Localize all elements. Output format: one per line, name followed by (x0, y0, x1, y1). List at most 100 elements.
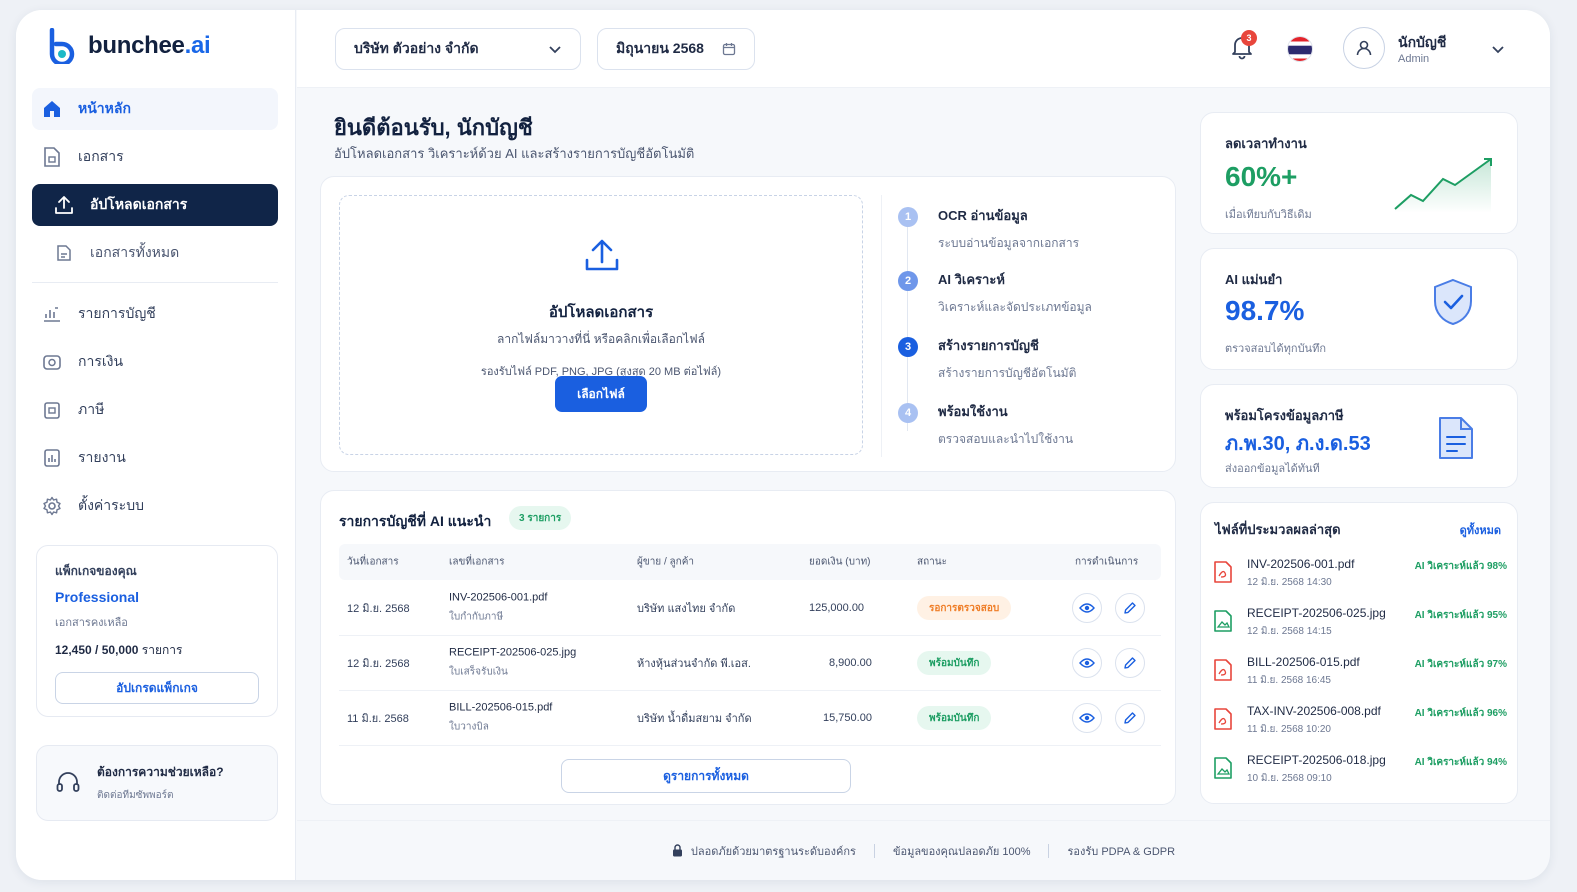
sidebar-item-label: การเงิน (78, 353, 124, 369)
step-desc: วิเคราะห์และจัดประเภทข้อมูล (938, 300, 1092, 314)
file-status: AI วิเคราะห์แล้ว 96% (1414, 708, 1507, 719)
count-badge: 3 รายการ (509, 506, 572, 530)
file-name: INV-202506-001.pdf (1247, 557, 1355, 571)
user-role: Admin (1398, 53, 1430, 65)
thai-flag-icon[interactable] (1287, 36, 1313, 62)
row-party: ห้างหุ้นส่วนจำกัด พี.เอส. (637, 658, 751, 670)
table-row[interactable]: 12 มิ.ย. 2568 RECEIPT-202506-025.jpg ใบเส… (339, 636, 1161, 691)
upload-dropzone[interactable]: อัปโหลดเอกสาร ลากไฟล์มาวางที่นี่ หรือคลิ… (339, 195, 863, 455)
view-button[interactable] (1072, 703, 1102, 733)
recent-files-card: ไฟล์ที่ประมวลผลล่าสุด ดูทั้งหมด INV-2025… (1200, 502, 1518, 804)
help-title: ต้องการความช่วยเหลือ? (97, 765, 224, 779)
row-document: RECEIPT-202506-025.jpg ใบเสร็จรับเงิน (449, 646, 577, 678)
sidebar-item-finance[interactable]: การเงิน (32, 341, 278, 383)
file-status: AI วิเคราะห์แล้ว 95% (1414, 610, 1507, 621)
step-desc: ตรวจสอบและนำไปใช้งาน (938, 432, 1074, 446)
stat-value: ภ.พ.30, ภ.ง.ด.53 (1225, 433, 1371, 455)
sidebar-item-label: ตั้งค่าระบบ (78, 497, 144, 513)
upload-card: อัปโหลดเอกสาร ลากไฟล์มาวางที่นี่ หรือคลิ… (320, 176, 1176, 472)
edit-button[interactable] (1115, 593, 1145, 623)
file-name: TAX-INV-202506-008.pdf (1247, 704, 1381, 718)
pdf-file-icon (1214, 561, 1232, 583)
column-header: สถานะ (917, 556, 947, 568)
app-window: bunchee.ai หน้าหลัก เอกสาร อัปโหลดเอกสาร… (16, 10, 1550, 880)
table-row[interactable]: 11 มิ.ย. 2568 BILL-202506-015.pdf ใบวางบิ… (339, 691, 1161, 746)
help-card[interactable]: ต้องการความช่วยเหลือ? ติดต่อทีมซัพพอร์ต (36, 745, 278, 821)
stat-note: ตรวจสอบได้ทุกบันทึก (1225, 343, 1326, 355)
sidebar-item-label: เอกสารทั้งหมด (90, 244, 180, 260)
file-item[interactable]: INV-202506-001.pdf 12 มิ.ย. 2568 14:30 A… (1213, 555, 1507, 599)
avatar[interactable] (1343, 27, 1385, 69)
file-item[interactable]: BILL-202506-015.pdf 11 มิ.ย. 2568 16:45 … (1213, 653, 1507, 697)
company-select[interactable]: บริษัท ตัวอย่าง จำกัด (335, 28, 581, 70)
upload-hint: ลากไฟล์มาวางที่นี่ หรือคลิกเพื่อเลือกไฟล… (497, 332, 705, 346)
file-date: 12 มิ.ย. 2568 14:30 (1247, 577, 1332, 588)
upgrade-package-button[interactable]: อัปเกรดแพ็กเกจ (55, 672, 259, 704)
file-date: 10 มิ.ย. 2568 09:10 (1247, 773, 1332, 784)
step-2: 2 AI วิเคราะห์ วิเคราะห์และจัดประเภทข้อมู… (898, 269, 1092, 317)
step-desc: ระบบอ่านข้อมูลจากเอกสาร (938, 236, 1080, 250)
row-amount: 15,750.00 (823, 712, 872, 724)
view-button[interactable] (1072, 648, 1102, 678)
file-item[interactable]: RECEIPT-202506-018.jpg 10 มิ.ย. 2568 09:… (1213, 751, 1507, 795)
lock-icon (672, 844, 682, 857)
sidebar-item-label: ภาษี (78, 401, 105, 417)
step-title: สร้างรายการบัญชี (938, 338, 1039, 353)
footer-divider (873, 843, 875, 858)
sidebar-item-tax[interactable]: ภาษี (32, 389, 278, 431)
column-header: การดำเนินการ (1075, 556, 1139, 568)
upload-icon (54, 195, 74, 215)
row-date: 12 มิ.ย. 2568 (347, 603, 410, 615)
sidebar-item-home[interactable]: หน้าหลัก (32, 88, 278, 130)
edit-button[interactable] (1115, 703, 1145, 733)
stat-card-accuracy: AI แม่นยำ 98.7% ตรวจสอบได้ทุกบันทึก (1200, 248, 1518, 370)
calendar-icon (722, 43, 736, 56)
row-date: 12 มิ.ย. 2568 (347, 658, 410, 670)
row-document: INV-202506-001.pdf ใบกำกับภาษี (449, 591, 548, 623)
chevron-down-icon[interactable] (1491, 42, 1505, 56)
step-number: 4 (898, 403, 918, 423)
file-item[interactable]: RECEIPT-202506-025.jpg 12 มิ.ย. 2568 14:… (1213, 604, 1507, 648)
table-row[interactable]: 12 มิ.ย. 2568 INV-202506-001.pdf ใบกำกับภ… (339, 581, 1161, 636)
step-number: 3 (898, 337, 918, 357)
sidebar-item-label: หน้าหลัก (78, 100, 131, 116)
status-badge: พร้อมบันทึก (917, 651, 992, 675)
view-all-entries-button[interactable]: ดูรายการทั้งหมด (561, 759, 851, 793)
row-document: BILL-202506-015.pdf ใบวางบิล (449, 701, 553, 733)
stat-label: AI แม่นยำ (1225, 272, 1283, 287)
sidebar-item-all-documents[interactable]: เอกสารทั้งหมด (32, 232, 278, 274)
file-name: RECEIPT-202506-025.jpg (1247, 606, 1386, 620)
upload-title: อัปโหลดเอกสาร (548, 304, 654, 321)
document-icon (42, 147, 62, 167)
brand-logo[interactable]: bunchee.ai (46, 28, 211, 64)
period-select-value: มิถุนายน 2568 (616, 40, 704, 56)
sidebar-item-documents[interactable]: เอกสาร (32, 136, 278, 178)
sidebar-item-upload[interactable]: อัปโหลดเอกสาร (32, 184, 278, 226)
file-status: AI วิเคราะห์แล้ว 94% (1414, 757, 1507, 768)
sidebar-item-settings[interactable]: ตั้งค่าระบบ (32, 485, 278, 527)
step-number: 1 (898, 207, 918, 227)
sidebar-item-report[interactable]: รายงาน (32, 437, 278, 479)
notification-badge: 3 (1241, 30, 1257, 46)
choose-file-button[interactable]: เลือกไฟล์ (555, 376, 647, 412)
eye-icon (1079, 603, 1095, 613)
period-select[interactable]: มิถุนายน 2568 (597, 28, 755, 70)
edit-button[interactable] (1115, 648, 1145, 678)
column-header: วันที่เอกสาร (347, 556, 399, 568)
file-date: 11 มิ.ย. 2568 10:20 (1247, 724, 1331, 735)
file-item[interactable]: TAX-INV-202506-008.pdf 11 มิ.ย. 2568 10:… (1213, 702, 1507, 746)
step-1: 1 OCR อ่านข้อมูล ระบบอ่านข้อมูลจากเอกสาร (898, 205, 1079, 253)
sidebar-item-label: เอกสาร (78, 148, 124, 164)
stat-value: 98.7% (1225, 295, 1305, 326)
view-button[interactable] (1072, 593, 1102, 623)
file-name: BILL-202506-015.pdf (1247, 655, 1360, 669)
sidebar-item-ledger[interactable]: รายการบัญชี (32, 293, 278, 335)
pencil-icon (1124, 712, 1136, 724)
report-icon (42, 448, 62, 468)
view-all-files-link[interactable]: ดูทั้งหมด (1460, 521, 1501, 539)
step-number: 2 (898, 271, 918, 291)
sidebar-item-label: รายงาน (78, 449, 126, 465)
row-party: บริษัท น้ำดื่มสยาม จำกัด (637, 713, 752, 725)
row-amount: 8,900.00 (829, 657, 872, 669)
row-party: บริษัท แสงไทย จำกัด (637, 603, 736, 615)
